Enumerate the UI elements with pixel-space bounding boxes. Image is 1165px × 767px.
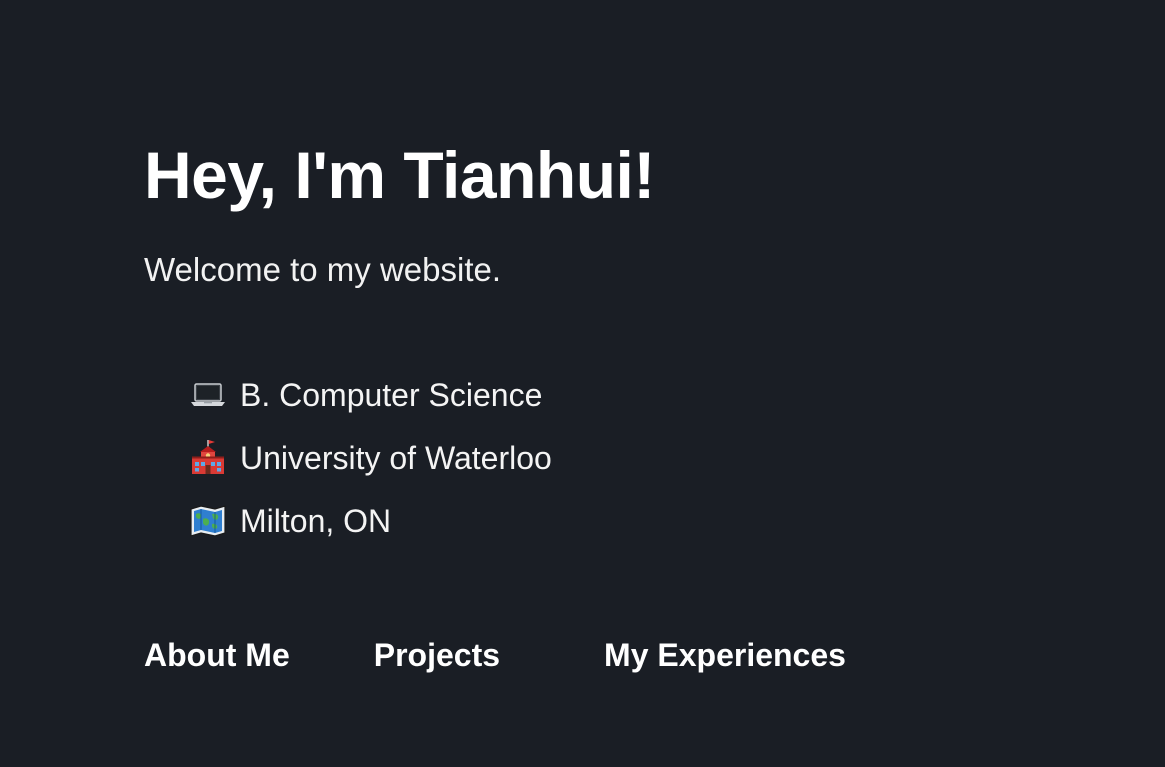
fact-degree: B. Computer Science <box>188 370 552 420</box>
fact-location: Milton, ON <box>188 496 552 546</box>
fact-university-label: University of Waterloo <box>240 440 552 476</box>
welcome-subtitle: Welcome to my website. <box>144 251 502 288</box>
fact-location-label: Milton, ON <box>240 503 392 539</box>
personal-facts-list: B. Computer Science University of Waterl… <box>188 370 552 559</box>
fact-degree-label: B. Computer Science <box>240 377 543 413</box>
fact-university: University of Waterloo <box>188 433 552 483</box>
section-nav: About Me Projects My Experiences <box>144 632 846 678</box>
nav-link-about-me[interactable]: About Me <box>144 632 290 678</box>
world-map-icon <box>188 501 228 541</box>
hero-section: Hey, I'm Tianhui! Welcome to my website. <box>144 132 1044 288</box>
nav-link-projects[interactable]: Projects <box>374 632 500 678</box>
laptop-icon <box>188 375 228 415</box>
school-icon <box>188 438 228 478</box>
page-title: Hey, I'm Tianhui! <box>144 138 655 212</box>
nav-link-my-experiences[interactable]: My Experiences <box>604 632 846 678</box>
